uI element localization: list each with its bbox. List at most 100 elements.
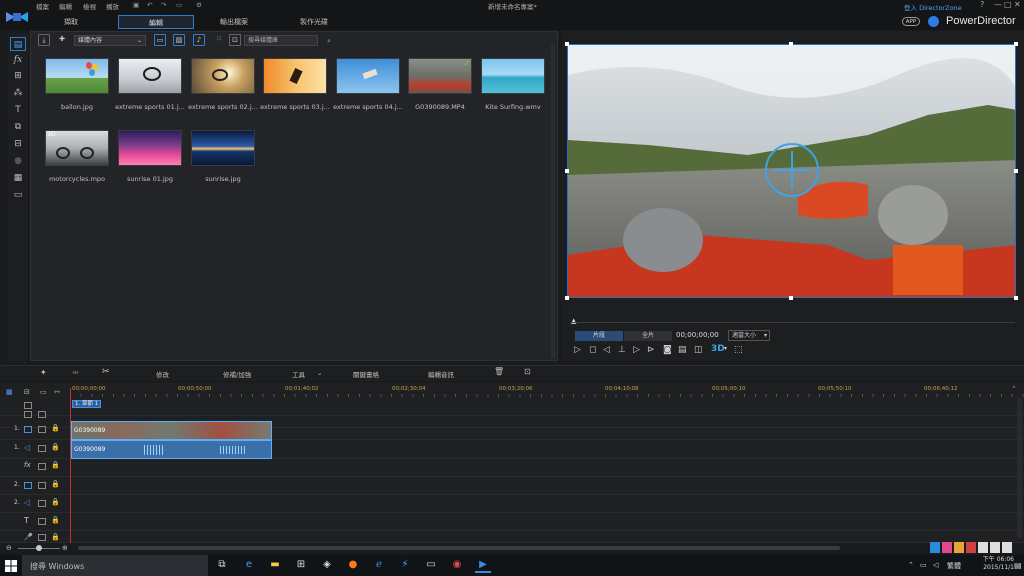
delete-icon[interactable]: 🗑 bbox=[494, 367, 504, 376]
resize-handle[interactable] bbox=[1014, 296, 1018, 300]
app-icon[interactable]: ▭ bbox=[423, 557, 439, 573]
resize-handle[interactable] bbox=[789, 42, 793, 46]
lock-icon[interactable]: 🔒 bbox=[51, 533, 60, 541]
snapshot-icon[interactable]: ◙ bbox=[663, 345, 672, 355]
minimize-icon[interactable]: — bbox=[994, 0, 1002, 9]
pip-room-icon[interactable]: ⊞ bbox=[10, 69, 26, 83]
resize-handle[interactable] bbox=[1014, 42, 1018, 46]
taskbar-search-input[interactable]: 搜尋 Windows bbox=[22, 555, 208, 576]
preview-scrubber[interactable] bbox=[571, 322, 1015, 323]
title-room-icon[interactable]: T bbox=[10, 103, 26, 117]
voice-over-icon[interactable]: ● bbox=[10, 154, 26, 168]
tab-movie-mode[interactable]: 全片 bbox=[624, 331, 672, 341]
plugin-icon[interactable]: ✚ bbox=[56, 34, 68, 46]
particle-room-icon[interactable]: ⁂ bbox=[10, 86, 26, 100]
video-clip[interactable]: G0390089 bbox=[71, 421, 272, 440]
search-icon[interactable]: ⌕ bbox=[327, 36, 331, 46]
undock-icon[interactable]: ⬚ bbox=[734, 345, 743, 355]
fit-timeline-icon[interactable]: ⇿ bbox=[54, 388, 60, 396]
checkbox[interactable] bbox=[38, 500, 46, 507]
menu-play[interactable]: 播放 bbox=[106, 1, 119, 11]
zoom-in-icon[interactable]: ⊕ bbox=[62, 544, 68, 552]
action-center-icon[interactable]: ▤ bbox=[1014, 561, 1022, 570]
redo-icon[interactable]: ↷ bbox=[161, 1, 166, 9]
audio-mix-room-icon[interactable]: ⊟ bbox=[10, 137, 26, 151]
tab-clip-mode[interactable]: 片段 bbox=[575, 331, 623, 341]
tray-chevron-up-icon[interactable]: ⌃ bbox=[908, 561, 914, 569]
zoom-out-icon[interactable]: ⊖ bbox=[6, 544, 12, 552]
resize-handle[interactable] bbox=[1014, 169, 1018, 173]
powerdirector-taskbar-icon[interactable]: ▶ bbox=[475, 557, 491, 573]
task-view-icon[interactable]: ⧉ bbox=[214, 557, 230, 573]
lock-icon[interactable]: 🔒 bbox=[51, 480, 60, 488]
subtitle-icon[interactable]: ▤ bbox=[678, 345, 687, 355]
tab-capture[interactable]: 擷取 bbox=[33, 15, 109, 29]
chapter-room-icon[interactable]: ▦ bbox=[10, 171, 26, 185]
audio-clip[interactable]: G0390089 bbox=[71, 440, 272, 459]
track-manager-icon[interactable]: ▭ bbox=[40, 388, 47, 396]
volume-icon[interactable]: ◁ bbox=[933, 561, 938, 569]
playhead[interactable] bbox=[70, 388, 71, 548]
media-thumb[interactable] bbox=[263, 58, 327, 94]
edit-audio-button[interactable]: 編輯音訊 bbox=[428, 369, 454, 379]
resize-handle[interactable] bbox=[565, 169, 569, 173]
fix-enhance-button[interactable]: 修補/加強 bbox=[223, 369, 251, 379]
ime-icon[interactable] bbox=[966, 542, 976, 553]
lock-icon[interactable]: 🔒 bbox=[51, 424, 60, 432]
lock-icon[interactable]: 🔒 bbox=[51, 516, 60, 524]
app-icon[interactable]: ⚡ bbox=[397, 557, 413, 573]
ruler[interactable] bbox=[70, 394, 1024, 397]
storyboard-view-icon[interactable]: ⊟ bbox=[24, 388, 30, 396]
fast-forward-icon[interactable]: ⊳ bbox=[647, 345, 655, 355]
timeline-scrollbar[interactable] bbox=[1017, 398, 1022, 538]
grid-view-icon[interactable]: ⁙ bbox=[213, 34, 225, 46]
ime-mode-label[interactable]: 繁體 bbox=[947, 561, 961, 571]
media-thumb[interactable] bbox=[191, 58, 255, 94]
store-icon[interactable]: ⊞ bbox=[293, 557, 309, 573]
checkbox[interactable] bbox=[38, 482, 46, 489]
horizontal-scrollbar[interactable] bbox=[78, 546, 840, 550]
library-search-input[interactable]: 搜尋媒體庫 ⌕ bbox=[244, 35, 331, 46]
lock-icon[interactable]: 🔒 bbox=[51, 443, 60, 451]
checkbox[interactable] bbox=[38, 463, 46, 470]
ime-icon[interactable] bbox=[954, 542, 964, 553]
media-thumb[interactable] bbox=[118, 58, 182, 94]
resize-handle[interactable] bbox=[565, 296, 569, 300]
lock-icon[interactable]: 🔒 bbox=[51, 498, 60, 506]
chevron-down-icon[interactable]: ▾ bbox=[724, 345, 727, 352]
save-icon[interactable]: ▣ bbox=[133, 1, 139, 9]
chevron-down-icon[interactable]: ⌄ bbox=[317, 369, 322, 377]
focus-target-icon[interactable] bbox=[765, 143, 819, 197]
media-thumb[interactable] bbox=[118, 130, 182, 166]
details-view-icon[interactable]: ⊡ bbox=[229, 34, 241, 46]
undo-icon[interactable]: ↶ bbox=[147, 1, 152, 9]
help-icon[interactable]: ? bbox=[980, 0, 984, 9]
keyframe-button[interactable]: 關鍵畫格 bbox=[353, 369, 379, 379]
zoom-slider-handle[interactable] bbox=[36, 545, 42, 551]
zoom-fit-dropdown[interactable]: 適當大小 ▾ bbox=[728, 330, 770, 341]
media-thumb[interactable]: 3D bbox=[45, 130, 109, 166]
media-filter-dropdown[interactable]: 媒體內容 ⌄ bbox=[74, 35, 146, 46]
checkbox[interactable] bbox=[38, 411, 46, 418]
ime-icon[interactable] bbox=[990, 542, 1000, 553]
prev-frame-icon[interactable]: ◁ bbox=[603, 345, 610, 355]
ime-icon[interactable] bbox=[942, 542, 952, 553]
resize-handle[interactable] bbox=[789, 296, 793, 300]
menu-edit[interactable]: 編輯 bbox=[59, 1, 72, 11]
chapter-marker[interactable]: 1. 章節 1 bbox=[72, 400, 102, 408]
media-thumb[interactable] bbox=[45, 58, 109, 94]
split-icon[interactable]: ⇹ bbox=[72, 368, 79, 377]
play-icon[interactable]: ▷ bbox=[574, 345, 581, 355]
checkbox[interactable] bbox=[38, 445, 46, 452]
volume-icon[interactable]: ◫ bbox=[694, 345, 703, 355]
tab-produce[interactable]: 輸出檔案 bbox=[196, 15, 272, 29]
chevron-up-icon[interactable]: ⌃ bbox=[1011, 385, 1017, 393]
trim-icon[interactable]: ✂ bbox=[102, 367, 110, 377]
library-scrollbar[interactable] bbox=[551, 44, 555, 358]
ie-icon[interactable]: ℯ bbox=[371, 557, 387, 573]
login-link[interactable]: 登入 DirectorZone bbox=[904, 2, 962, 12]
checkbox[interactable] bbox=[38, 534, 46, 541]
resize-handle[interactable] bbox=[565, 42, 569, 46]
media-thumb[interactable]: ✓ bbox=[408, 58, 472, 94]
produce-range-icon[interactable]: ⊡ bbox=[524, 367, 531, 376]
